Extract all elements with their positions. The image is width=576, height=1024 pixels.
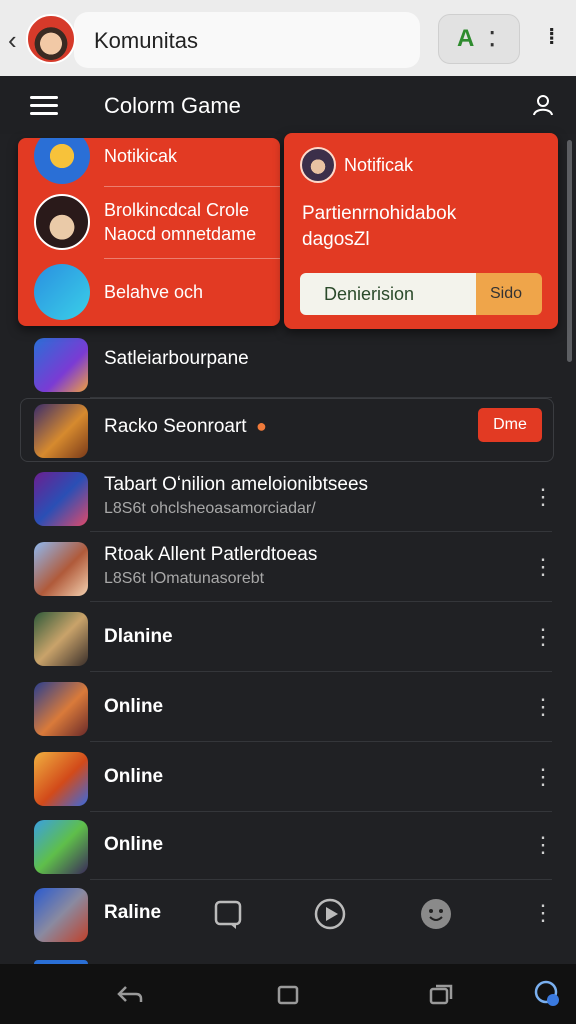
list-item[interactable]: Dlanine ⋮ (0, 604, 576, 672)
accessibility-icon[interactable] (534, 980, 560, 1008)
recent-apps-icon[interactable] (428, 982, 454, 1006)
address-bar[interactable]: Komunitas (74, 12, 420, 68)
selected-row-outline (20, 398, 554, 462)
game-icon (34, 612, 88, 666)
more-dots-icon: ⁚ (489, 29, 496, 51)
fire-badge-icon: ● (256, 416, 267, 436)
game-icon (34, 752, 88, 806)
list-item[interactable]: Racko Seonroart ● Dme (0, 396, 576, 464)
list-item[interactable]: Raline ⋮ (0, 880, 576, 948)
address-text: Komunitas (94, 28, 198, 53)
app-header: Colorm Game (0, 76, 576, 134)
emoji-icon[interactable] (420, 898, 452, 930)
notification-body-line: dagosZl (302, 229, 370, 250)
list-item[interactable]: Satleiarbourpane (0, 330, 576, 398)
list-item[interactable]: Rtoak Allent Patlerdtoeas L8S6t lOmatuna… (0, 534, 576, 602)
action-button[interactable]: Dme (478, 408, 542, 442)
avatar (300, 147, 336, 183)
compass-icon (34, 138, 90, 184)
more-options-icon[interactable]: ⋮ (532, 832, 554, 858)
user-profile-icon[interactable] (532, 94, 554, 116)
list-item-subtitle: L8S6t ohclsheoasamorciadar/ (104, 500, 316, 517)
game-icon (34, 338, 88, 392)
translate-icon: A (457, 25, 475, 52)
more-options-icon[interactable]: ⋮ (532, 624, 554, 650)
menu-item-label: Belahve och (104, 282, 204, 302)
system-nav-bar (0, 964, 576, 1024)
notification-body-line: Partienrnohidabok (302, 203, 457, 224)
send-icon (34, 264, 90, 320)
list-item-title: Online (104, 834, 164, 855)
list-item-title: Racko Seonroart (104, 416, 247, 437)
profile-avatar[interactable] (26, 14, 76, 64)
more-options-icon[interactable]: ⋮ (532, 764, 554, 790)
home-icon[interactable] (276, 984, 300, 1006)
menu-item-notifications[interactable]: Notikicak (18, 138, 280, 190)
game-icon (34, 888, 88, 942)
game-icon (34, 682, 88, 736)
list-item[interactable]: Online ⋮ (0, 812, 576, 880)
list-item[interactable]: Online ⋮ (0, 744, 576, 812)
notification-submit-button[interactable]: Sido (476, 273, 542, 315)
list-item-title: Rtoak Allent Patlerdtoeas (104, 544, 318, 565)
list-item-title: Online (104, 766, 164, 787)
comment-icon[interactable] (214, 900, 242, 930)
more-options-icon[interactable]: ⋮ (532, 554, 554, 580)
more-options-icon[interactable]: ⋮ (532, 484, 554, 510)
game-icon (34, 542, 88, 596)
notification-body: Partienrnohidabok dagosZl (302, 201, 456, 253)
back-icon[interactable] (116, 984, 144, 1006)
scrollbar[interactable] (567, 140, 572, 362)
more-options-icon[interactable]: ⋮ (532, 694, 554, 720)
game-icon (34, 404, 88, 458)
list-item[interactable]: Online ⋮ (0, 674, 576, 742)
menu-item-share[interactable]: Belahve och (18, 260, 280, 326)
more-options-icon[interactable]: ⋮ (532, 900, 554, 926)
browser-toolbar: ‹ Komunitas A ⁚ ⁞ (0, 0, 576, 76)
list-item-title: Satleiarbourpane (104, 348, 249, 369)
list-item-title: Online (104, 696, 164, 717)
browser-menu-icon[interactable]: ⁞ (548, 24, 555, 50)
back-arrow-icon[interactable]: ‹ (8, 26, 28, 54)
menu-item-sublabel: Naocd omnetdame (104, 224, 257, 244)
notification-card: Notificak Partienrnohidabok dagosZl Deni… (284, 133, 558, 329)
avatar (34, 194, 90, 250)
list-item[interactable]: Tabart Oʻnilion ameloionibtsees L8S6t oh… (0, 464, 576, 532)
game-icon (34, 472, 88, 526)
list-item-title: Tabart Oʻnilion ameloionibtsees (104, 474, 369, 495)
list-item-title: Raline (104, 902, 162, 923)
notification-title: Notificak (344, 155, 414, 175)
menu-item-label: Brolkincdcal Crole (104, 200, 250, 220)
notification-menu: Notikicak Brolkincdcal Crole Naocd omnet… (18, 138, 280, 326)
menu-item-label: Notikicak (104, 146, 178, 166)
page-title: Colorm Game (104, 93, 241, 118)
menu-item-profile[interactable]: Brolkincdcal Crole Naocd omnetdame (18, 190, 280, 260)
hamburger-menu-icon[interactable] (30, 96, 58, 116)
extension-button[interactable]: A ⁚ (438, 14, 520, 64)
list-item-title: Dlanine (104, 626, 173, 647)
list-item-subtitle: L8S6t lOmatunasorebt (104, 570, 265, 587)
notification-input[interactable]: Denierision (300, 273, 476, 315)
game-icon (34, 820, 88, 874)
play-icon[interactable] (314, 898, 346, 930)
